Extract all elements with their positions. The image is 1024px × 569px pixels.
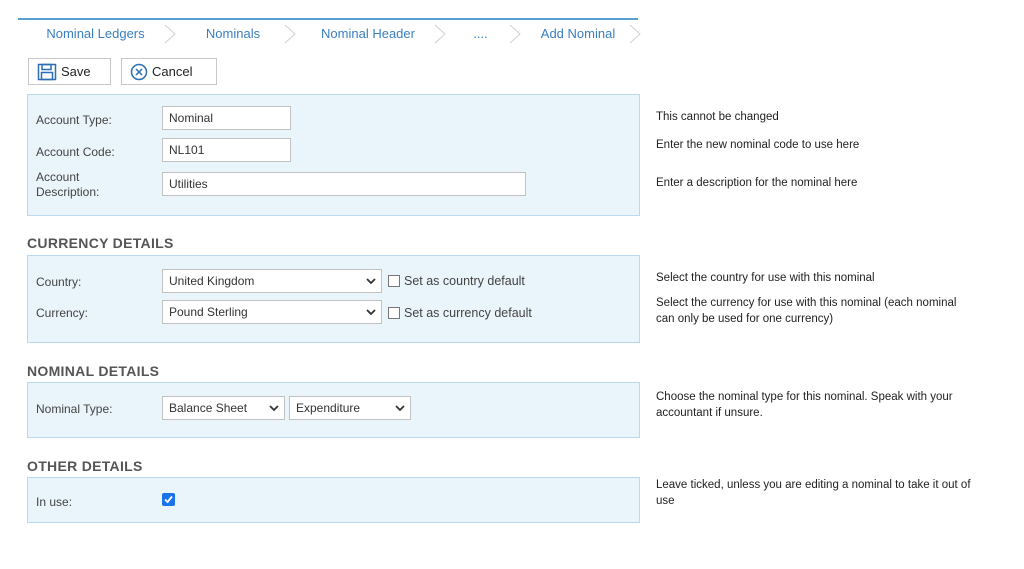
nominal-subtype-select[interactable]: Expenditure (289, 396, 411, 420)
nominal-type-label: Nominal Type: (36, 402, 113, 416)
in-use-checkbox[interactable] (162, 493, 175, 506)
other-details-panel: In use: (27, 477, 640, 523)
breadcrumb-label: Add Nominal (540, 26, 616, 41)
breadcrumb-item-ellipsis[interactable]: .... (443, 20, 521, 48)
currency-details-title: CURRENCY DETAILS (27, 235, 174, 251)
account-description-label-line2: Description: (36, 185, 100, 199)
account-description-label-line1: Account (36, 170, 80, 184)
note-nominal-type: Choose the nominal type for this nominal… (656, 391, 953, 419)
note-account-description: Enter a description for the nominal here (656, 177, 858, 189)
cancel-button[interactable]: Cancel (121, 58, 217, 85)
breadcrumb-label: Nominal Header (321, 26, 415, 41)
note-currency: Select the currency for use with this no… (656, 297, 957, 325)
other-details-title: OTHER DETAILS (27, 458, 143, 474)
chevron-down-icon (269, 405, 279, 412)
breadcrumb-item-nominals[interactable]: Nominals (173, 20, 296, 48)
toolbar: Save Cancel (28, 58, 217, 85)
nominal-type-select-value: Balance Sheet (169, 401, 248, 415)
nominal-details-panel: Nominal Type: Balance Sheet Expenditure (27, 382, 640, 438)
breadcrumb-item-nominal-ledgers[interactable]: Nominal Ledgers (18, 20, 176, 48)
chevron-down-icon (366, 278, 376, 285)
chevron-down-icon (366, 309, 376, 316)
currency-select[interactable]: Pound Sterling (162, 300, 382, 324)
save-button[interactable]: Save (28, 58, 111, 85)
breadcrumb-item-add-nominal[interactable]: Add Nominal (518, 20, 641, 48)
account-description-label: Account Description: (36, 170, 99, 200)
chevron-down-icon (395, 405, 405, 412)
account-type-field: Nominal (162, 106, 291, 130)
account-code-field[interactable]: NL101 (162, 138, 291, 162)
note-in-use: Leave ticked, unless you are editing a n… (656, 479, 971, 507)
currency-label: Currency: (36, 306, 89, 320)
currency-default-checkbox[interactable] (388, 307, 400, 319)
chevron-right-icon (629, 24, 641, 44)
breadcrumb-label: Nominals (205, 26, 261, 41)
currency-select-value: Pound Sterling (169, 305, 248, 319)
country-default-label: Set as country default (404, 274, 525, 288)
close-circle-icon (130, 63, 148, 80)
in-use-label: In use: (36, 495, 73, 509)
account-type-label: Account Type: (36, 113, 112, 127)
currency-default-label: Set as currency default (404, 306, 532, 320)
account-code-label: Account Code: (36, 145, 115, 159)
country-select[interactable]: United Kingdom (162, 269, 382, 293)
cancel-label: Cancel (152, 64, 193, 79)
breadcrumb-label: Nominal Ledgers (46, 26, 145, 41)
country-select-value: United Kingdom (169, 274, 255, 288)
nominal-type-select[interactable]: Balance Sheet (162, 396, 285, 420)
note-account-type: This cannot be changed (656, 111, 779, 123)
account-panel: Account Type: Nominal Account Code: NL10… (27, 94, 640, 216)
account-description-field[interactable]: Utilities (162, 172, 526, 196)
breadcrumb: Nominal Ledgers Nominals Nominal Header … (18, 18, 641, 48)
note-country: Select the country for use with this nom… (656, 272, 875, 284)
breadcrumb-item-nominal-header[interactable]: Nominal Header (293, 20, 446, 48)
nominal-details-title: NOMINAL DETAILS (27, 363, 160, 379)
currency-details-panel: Country: United Kingdom Set as country d… (27, 255, 640, 343)
country-default-checkbox[interactable] (388, 275, 400, 287)
save-label: Save (61, 64, 91, 79)
country-label: Country: (36, 275, 82, 289)
save-icon (37, 63, 57, 80)
nominal-subtype-select-value: Expenditure (296, 401, 361, 415)
breadcrumb-label: .... (473, 26, 488, 41)
note-account-code: Enter the new nominal code to use here (656, 139, 860, 151)
